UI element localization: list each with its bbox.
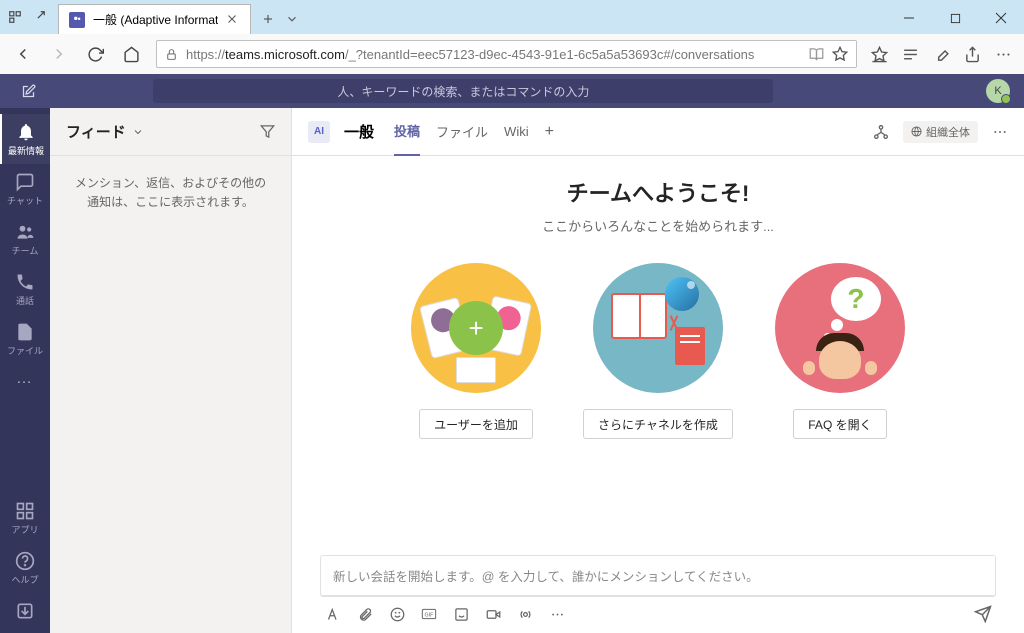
- add-tab-button[interactable]: +: [545, 123, 554, 141]
- card-open-faq: ? FAQ を開く: [775, 263, 905, 439]
- feed-panel: フィード メンション、返信、およびその他の通知は、ここに表示されます。: [50, 108, 292, 633]
- org-scope-badge[interactable]: 組織全体: [903, 121, 978, 143]
- chevron-down-icon[interactable]: [285, 12, 299, 26]
- back-button[interactable]: [12, 43, 34, 65]
- team-icon[interactable]: AI: [308, 121, 330, 143]
- avatar[interactable]: K: [986, 79, 1010, 103]
- share-icon[interactable]: [964, 46, 981, 63]
- close-icon[interactable]: [226, 13, 240, 27]
- giphy-icon[interactable]: GIF: [420, 605, 438, 623]
- card-add-users: + ユーザーを追加: [411, 263, 541, 439]
- stream-icon[interactable]: [516, 605, 534, 623]
- favorites-icon[interactable]: [871, 46, 888, 63]
- home-button[interactable]: [120, 43, 142, 65]
- add-users-illustration: +: [411, 263, 541, 393]
- url-path: /_?tenantId=eec57123-d9ec-4543-91e1-6c5a…: [345, 47, 754, 62]
- rail-download[interactable]: [0, 597, 50, 633]
- window-minimize[interactable]: [886, 2, 932, 34]
- more-icon[interactable]: [992, 124, 1008, 140]
- lock-icon: [165, 48, 178, 61]
- window-close[interactable]: [978, 2, 1024, 34]
- url-host: teams.microsoft.com: [225, 47, 345, 62]
- url-scheme: https://: [186, 47, 225, 62]
- feed-empty-message: メンション、返信、およびその他の通知は、ここに表示されます。: [50, 156, 291, 230]
- window-maximize[interactable]: [932, 2, 978, 34]
- browser-chrome: 一般 (Adaptive Informat https://teams.micr…: [0, 0, 1024, 74]
- tab-bar: 一般 (Adaptive Informat: [0, 0, 1024, 34]
- welcome-subtitle: ここからいろんなことを始められます...: [292, 216, 1024, 235]
- rail-files[interactable]: ファイル: [0, 314, 50, 364]
- meet-now-icon[interactable]: [484, 605, 502, 623]
- sticker-icon[interactable]: [452, 605, 470, 623]
- url-input[interactable]: https://teams.microsoft.com/_?tenantId=e…: [156, 40, 857, 68]
- search-input[interactable]: 人、キーワードの検索、またはコマンドの入力: [153, 79, 773, 103]
- tab-files[interactable]: ファイル: [436, 108, 488, 155]
- add-users-button[interactable]: ユーザーを追加: [419, 409, 533, 439]
- rail-teams[interactable]: チーム: [0, 214, 50, 264]
- rail-calls[interactable]: 通話: [0, 264, 50, 314]
- feed-header: フィード: [50, 108, 291, 156]
- teams-favicon: [69, 12, 85, 28]
- tab-list-icon[interactable]: [8, 10, 22, 24]
- channel-content: AI 一般 投稿 ファイル Wiki + 組織全体 チームへようこそ! ここから…: [292, 108, 1024, 633]
- more-icon[interactable]: [548, 605, 566, 623]
- feed-title: フィード: [66, 121, 126, 142]
- forward-button[interactable]: [48, 43, 70, 65]
- create-channels-illustration: [593, 263, 723, 393]
- tab-posts[interactable]: 投稿: [394, 107, 420, 156]
- compose-input[interactable]: 新しい会話を開始します。@ を入力して、誰かにメンションしてください。: [320, 555, 996, 597]
- compose-toolbar: GIF: [320, 597, 996, 623]
- channel-header: AI 一般 投稿 ファイル Wiki + 組織全体: [292, 108, 1024, 156]
- app-rail: 最新情報 チャット チーム 通話 ファイル … アプリ ヘルプ: [0, 108, 50, 633]
- rail-apps[interactable]: アプリ: [0, 497, 50, 547]
- new-tab-button[interactable]: [261, 12, 275, 26]
- tab-title: 一般 (Adaptive Informat: [93, 11, 218, 28]
- tab-wiki[interactable]: Wiki: [504, 110, 529, 153]
- org-chart-icon[interactable]: [873, 124, 889, 140]
- reading-list-icon[interactable]: [902, 46, 919, 63]
- set-aside-icon[interactable]: [32, 10, 46, 24]
- teams-header: 人、キーワードの検索、またはコマンドの入力 K: [0, 74, 1024, 108]
- welcome-title: チームへようこそ!: [292, 176, 1024, 208]
- format-icon[interactable]: [324, 605, 342, 623]
- reading-view-icon[interactable]: [809, 47, 824, 62]
- card-create-channels: さらにチャネルを作成: [583, 263, 733, 439]
- compose-area: 新しい会話を開始します。@ を入力して、誰かにメンションしてください。 GIF: [292, 555, 1024, 633]
- more-icon[interactable]: [995, 46, 1012, 63]
- svg-text:GIF: GIF: [425, 613, 435, 619]
- attachment-icon[interactable]: [356, 605, 374, 623]
- browser-tab[interactable]: 一般 (Adaptive Informat: [58, 4, 251, 34]
- star-icon[interactable]: [832, 46, 848, 62]
- welcome-section: チームへようこそ! ここからいろんなことを始められます... + ユーザーを追加: [292, 156, 1024, 555]
- filter-icon[interactable]: [260, 124, 275, 139]
- faq-illustration: ?: [775, 263, 905, 393]
- create-channels-button[interactable]: さらにチャネルを作成: [583, 409, 733, 439]
- rail-more[interactable]: …: [0, 364, 50, 394]
- open-faq-button[interactable]: FAQ を開く: [793, 409, 886, 439]
- compose-icon[interactable]: [14, 80, 42, 102]
- rail-chat[interactable]: チャット: [0, 164, 50, 214]
- emoji-icon[interactable]: [388, 605, 406, 623]
- rail-activity[interactable]: 最新情報: [0, 114, 50, 164]
- send-button[interactable]: [974, 605, 992, 623]
- refresh-button[interactable]: [84, 43, 106, 65]
- address-bar: https://teams.microsoft.com/_?tenantId=e…: [0, 34, 1024, 74]
- channel-name: 一般: [344, 121, 374, 142]
- notes-icon[interactable]: [933, 46, 950, 63]
- rail-help[interactable]: ヘルプ: [0, 547, 50, 597]
- chevron-down-icon[interactable]: [132, 126, 144, 138]
